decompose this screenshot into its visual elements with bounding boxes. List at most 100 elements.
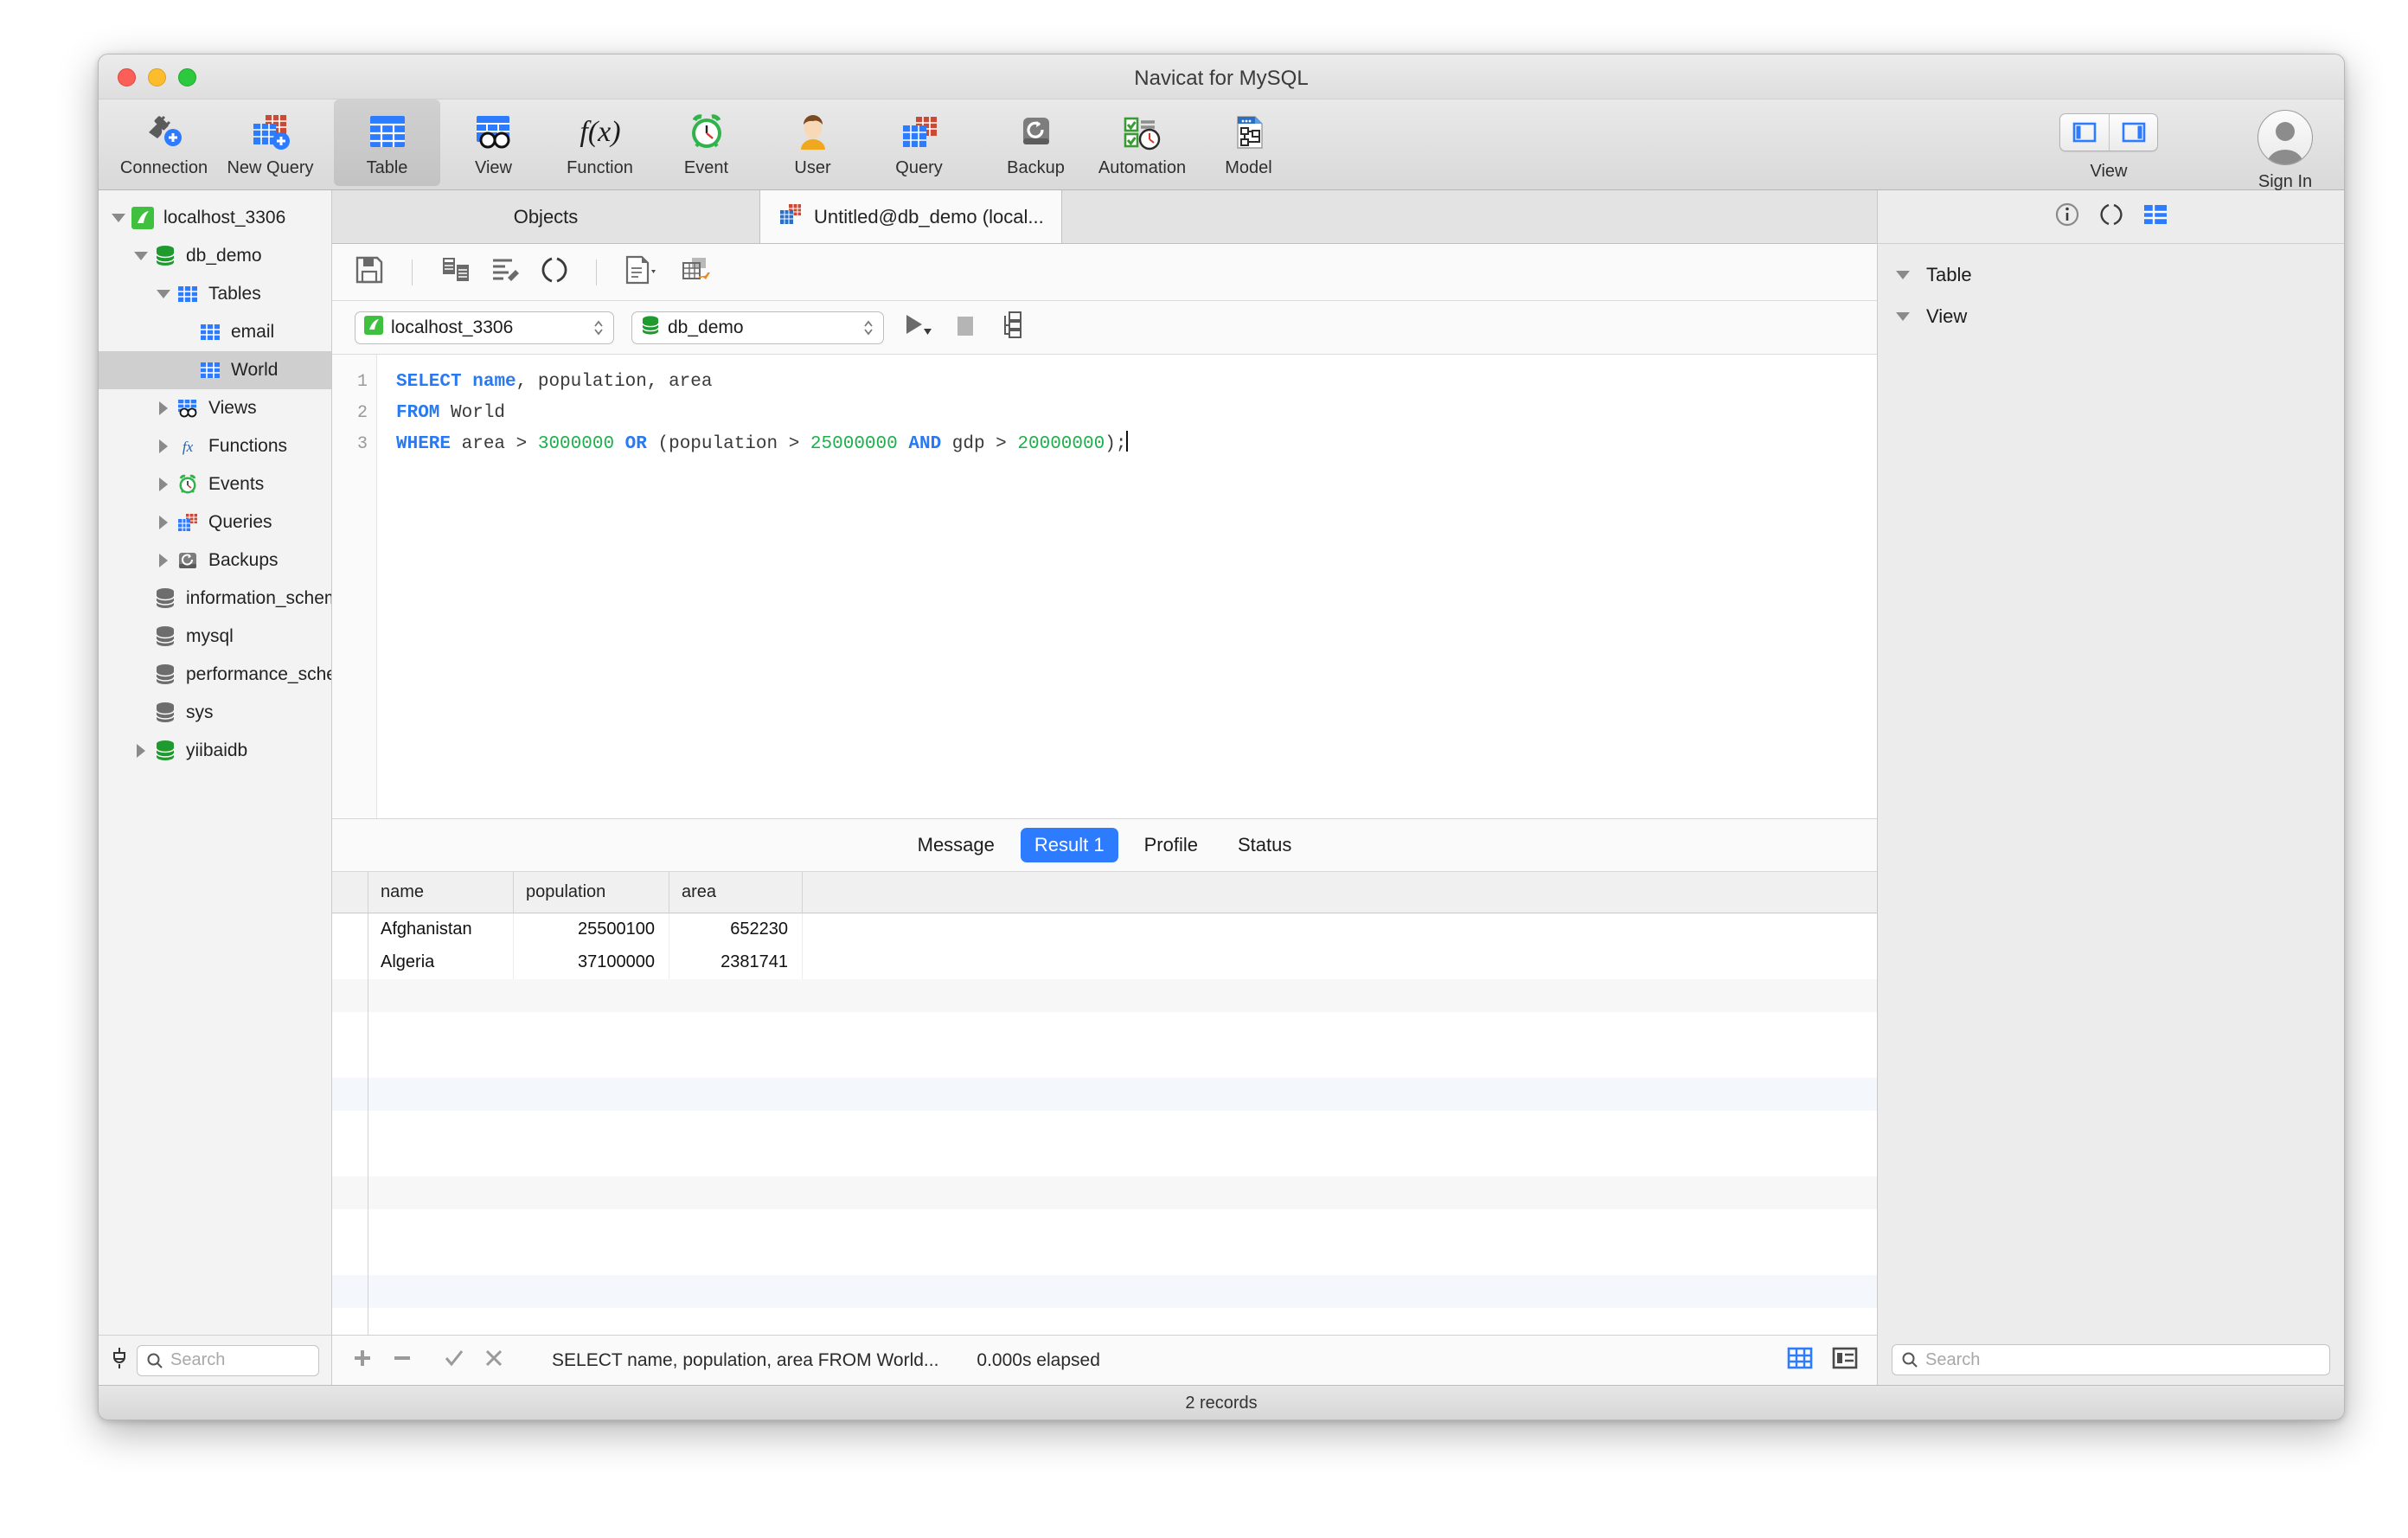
empty-row (332, 1077, 1877, 1111)
sign-in-group[interactable]: Sign In (2258, 110, 2313, 192)
grid-view-icon[interactable] (1787, 1346, 1813, 1375)
avatar[interactable] (2258, 110, 2313, 165)
parentheses-icon-panel[interactable] (2099, 202, 2123, 232)
result-tab-status[interactable]: Status (1224, 828, 1305, 862)
row-marker[interactable] (332, 945, 368, 979)
beautify-sql-icon[interactable] (490, 255, 522, 289)
connection-filter-icon[interactable] (111, 1346, 128, 1375)
tree-item-functions[interactable]: fx Functions (99, 427, 331, 465)
stop-icon[interactable] (953, 312, 977, 343)
toolbar-button-query[interactable]: Query (866, 99, 972, 186)
result-tab-message[interactable]: Message (904, 828, 1009, 862)
database-select[interactable]: db_demo (631, 311, 884, 344)
cell-name[interactable]: Algeria (368, 945, 514, 979)
twisty-right-icon[interactable] (152, 554, 175, 567)
cross-icon[interactable] (483, 1347, 505, 1374)
twisty-right-icon[interactable] (152, 516, 175, 529)
document-dropdown-icon[interactable] (624, 255, 661, 289)
tab-bar: Objects Untitled@db_demo (local... (332, 190, 1877, 244)
chevron-updown-icon[interactable] (592, 318, 605, 337)
info-section-view[interactable]: View (1878, 296, 2344, 337)
view-segmented-control[interactable] (2059, 113, 2158, 151)
tree-item-queries[interactable]: Queries (99, 503, 331, 542)
tree-item-label: sys (186, 702, 214, 722)
tree-item-mysql[interactable]: mysql (99, 618, 331, 656)
info-panel-search-input[interactable]: Search (1892, 1344, 2330, 1375)
connection-select[interactable]: localhost_3306 (355, 311, 614, 344)
object-tree[interactable]: localhost_3306 db_demo Tables email World Vie… (99, 190, 331, 1335)
tree-item-views[interactable]: Views (99, 389, 331, 427)
cell-population[interactable]: 25500100 (514, 913, 669, 946)
twisty-down-icon[interactable] (107, 214, 130, 222)
table-row[interactable]: Algeria 37100000 2381741 (332, 945, 1877, 979)
twisty-down-icon[interactable] (130, 252, 152, 260)
tree-item-tables[interactable]: Tables (99, 275, 331, 313)
twisty-down-icon[interactable] (1892, 312, 1914, 321)
toolbar-button-model[interactable]: Model (1195, 99, 1302, 186)
result-tab-bar[interactable]: Message Result 1 Profile Status (332, 817, 1877, 872)
tree-item-world[interactable]: World (99, 351, 331, 389)
sidebar: localhost_3306 db_demo Tables email World Vie… (99, 190, 332, 1385)
twisty-right-icon[interactable] (152, 477, 175, 491)
tab-query-editor[interactable]: Untitled@db_demo (local... (760, 190, 1062, 243)
twisty-right-icon[interactable] (152, 401, 175, 415)
toolbar-button-event[interactable]: Event (653, 99, 759, 186)
editor-toolbar-divider-1 (412, 259, 413, 285)
tree-item-db-demo[interactable]: db_demo (99, 237, 331, 275)
info-icon[interactable] (2054, 202, 2080, 232)
toolbar-button-function[interactable]: f(x) Function (547, 99, 653, 186)
form-view-icon[interactable] (1832, 1346, 1858, 1375)
info-section-table[interactable]: Table (1878, 254, 2344, 296)
run-play-icon[interactable] (901, 311, 936, 344)
result-tab-profile[interactable]: Profile (1130, 828, 1212, 862)
check-icon[interactable] (443, 1347, 465, 1374)
sql-editor[interactable]: 123 SELECT name, population, area FROM Wo… (332, 355, 1877, 818)
toggle-left-panel-button[interactable] (2060, 114, 2109, 151)
minus-icon[interactable] (391, 1347, 413, 1374)
view-layout-group: View (2059, 113, 2158, 182)
row-marker[interactable] (332, 913, 368, 946)
save-icon[interactable] (355, 255, 384, 289)
tree-item-events[interactable]: Events (99, 465, 331, 503)
toolbar-button-user[interactable]: User (759, 99, 866, 186)
column-header-area[interactable]: area (669, 871, 803, 913)
toolbar-button-automation[interactable]: Automation (1089, 99, 1195, 186)
twisty-down-icon[interactable] (1892, 271, 1914, 279)
cell-area[interactable]: 652230 (669, 913, 803, 946)
chevron-updown-icon-2[interactable] (862, 318, 874, 337)
result-tab-result-1[interactable]: Result 1 (1020, 827, 1118, 862)
column-header-population[interactable]: population (514, 871, 669, 913)
table-row[interactable]: Afghanistan 25500100 652230 (332, 913, 1877, 946)
twisty-down-icon[interactable] (152, 290, 175, 298)
toolbar-button-backup[interactable]: Backup (983, 99, 1089, 186)
toolbar-button-table[interactable]: Table (334, 99, 440, 186)
tree-item-information-schema[interactable]: information_schema (99, 580, 331, 618)
tab-objects[interactable]: Objects (332, 190, 760, 243)
result-grid-body[interactable]: Afghanistan 25500100 652230 Algeria 37100000… (332, 913, 1877, 1335)
twisty-right-icon[interactable] (130, 744, 152, 758)
toggle-right-panel-button[interactable] (2109, 114, 2157, 151)
grid-blue-icon[interactable] (2142, 202, 2168, 231)
tree-item-sys[interactable]: sys (99, 694, 331, 732)
tree-item-localhost-3306[interactable]: localhost_3306 (99, 199, 331, 237)
toolbar-button-new-query[interactable]: New Query (217, 99, 323, 186)
plus-icon[interactable] (351, 1347, 374, 1374)
tree-item-backups[interactable]: Backups (99, 542, 331, 580)
info-panel-sections[interactable]: Table View (1878, 244, 2344, 1335)
twisty-right-icon[interactable] (152, 439, 175, 453)
cell-name[interactable]: Afghanistan (368, 913, 514, 946)
cell-population[interactable]: 37100000 (514, 945, 669, 979)
tree-item-yiibaidb[interactable]: yiibaidb (99, 732, 331, 770)
copy-icon[interactable] (440, 255, 471, 289)
cell-area[interactable]: 2381741 (669, 945, 803, 979)
tree-item-performance-schema[interactable]: performance_schema (99, 656, 331, 694)
explain-plan-icon[interactable] (995, 311, 1024, 344)
sidebar-search-input[interactable]: Search (137, 1344, 319, 1376)
sql-code-area[interactable]: SELECT name, population, area FROM World W… (377, 355, 1877, 818)
column-header-name[interactable]: name (368, 871, 514, 913)
parentheses-icon[interactable] (541, 255, 568, 289)
tree-item-email[interactable]: email (99, 313, 331, 351)
toolbar-button-view[interactable]: View (440, 99, 547, 186)
export-table-icon[interactable] (680, 255, 714, 289)
toolbar-button-connection[interactable]: Connection (111, 99, 217, 186)
